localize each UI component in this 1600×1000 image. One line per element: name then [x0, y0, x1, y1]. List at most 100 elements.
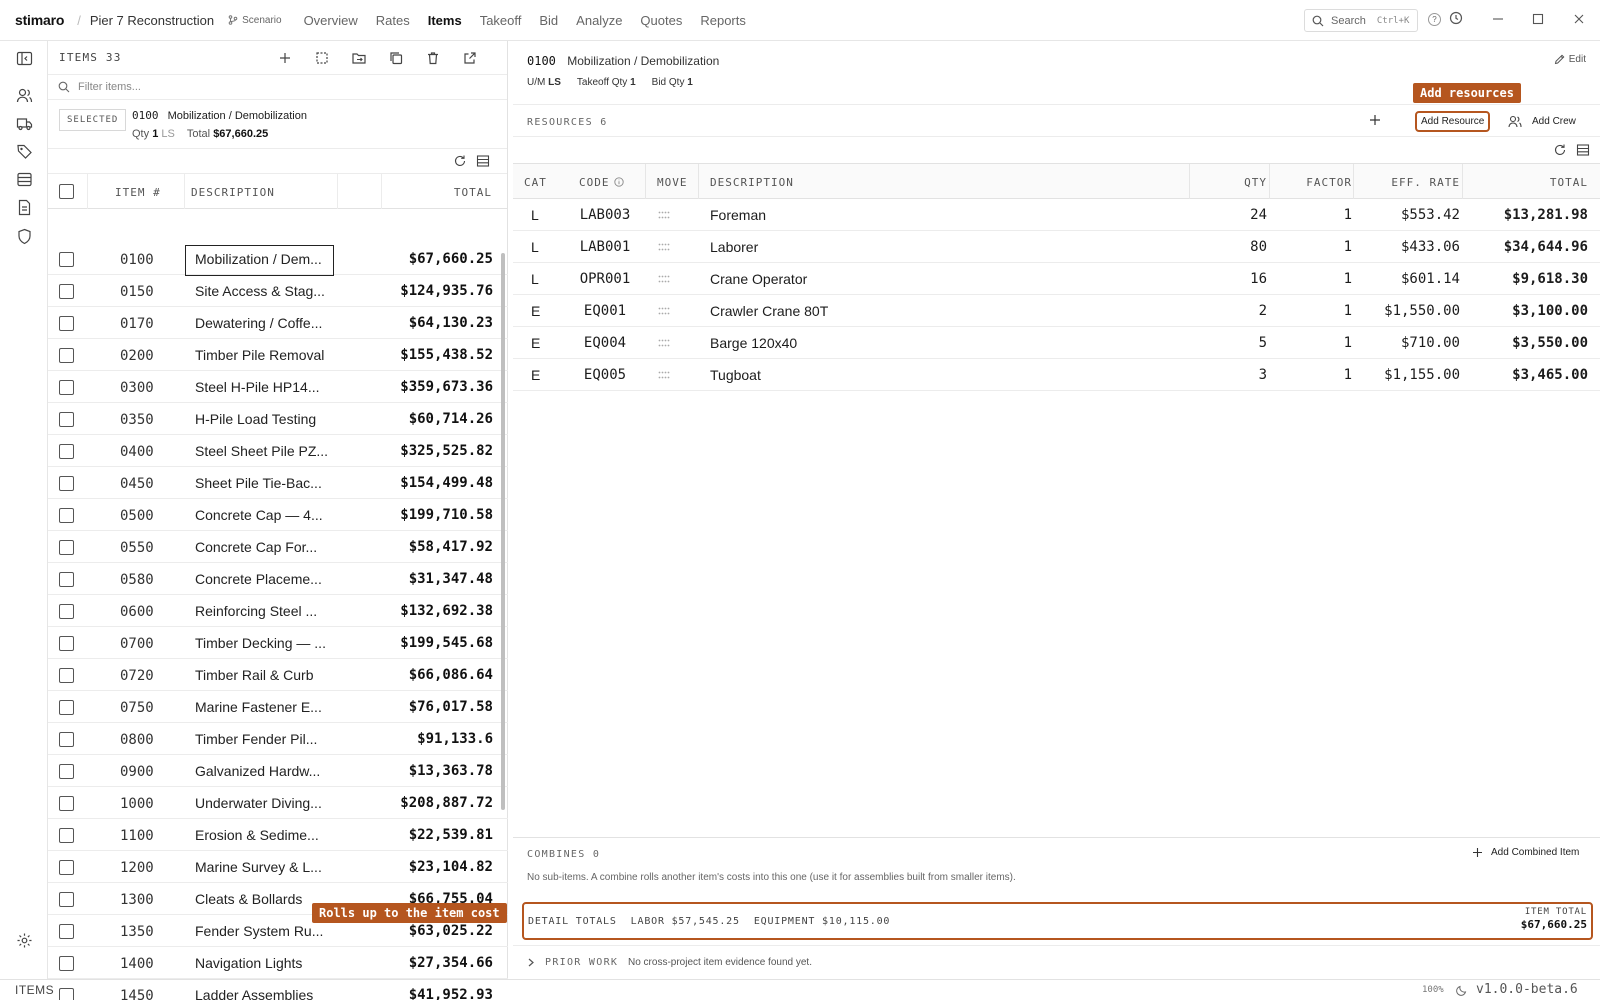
resource-row[interactable]: E EQ001 Crawler Crane 80T 2 1 $1,550.00 $3,100…	[513, 295, 1600, 327]
trash-icon[interactable]	[425, 50, 441, 66]
refresh-icon[interactable]	[453, 154, 467, 171]
resource-factor[interactable]: 1	[1344, 271, 1352, 287]
table-row[interactable]: 0150 Site Access & Stag... $124,935.76	[48, 275, 508, 307]
filter-items-input[interactable]: Filter items...	[48, 75, 507, 100]
table-row[interactable]: 0720 Timber Rail & Curb $66,086.64	[48, 659, 508, 691]
settings-gear-icon[interactable]	[16, 932, 33, 949]
item-description[interactable]: Concrete Cap — 4...	[195, 507, 333, 523]
col-item-number[interactable]: ITEM #	[115, 186, 161, 199]
table-row[interactable]: 0170 Dewatering / Coffe... $64,130.23	[48, 307, 508, 339]
external-link-icon[interactable]	[462, 50, 478, 66]
item-description[interactable]: Steel H-Pile HP14...	[195, 379, 333, 395]
row-checkbox[interactable]	[59, 316, 74, 331]
resource-description[interactable]: Crane Operator	[710, 271, 807, 287]
resource-row[interactable]: E EQ004 Barge 120x40 5 1 $710.00 $3,550.00	[513, 327, 1600, 359]
resource-factor[interactable]: 1	[1344, 207, 1352, 223]
add-item-icon[interactable]	[277, 50, 293, 66]
table-row[interactable]: 0580 Concrete Placeme... $31,347.48	[48, 563, 508, 595]
row-checkbox[interactable]	[59, 444, 74, 459]
columns-icon[interactable]	[1576, 143, 1590, 160]
item-description[interactable]: Site Access & Stag...	[195, 283, 333, 299]
drag-handle-icon[interactable]	[658, 211, 670, 219]
resource-factor[interactable]: 1	[1344, 303, 1352, 319]
item-description[interactable]: Galvanized Hardw...	[195, 763, 333, 779]
item-description[interactable]: Reinforcing Steel ...	[195, 603, 333, 619]
resource-qty[interactable]: 5	[1259, 335, 1267, 351]
document-icon[interactable]	[16, 199, 33, 216]
col-total[interactable]: TOTAL	[1550, 176, 1588, 189]
brand-logo[interactable]: stimaro	[15, 12, 64, 28]
col-description[interactable]: DESCRIPTION	[710, 176, 794, 189]
resource-description[interactable]: Tugboat	[710, 367, 761, 383]
info-icon[interactable]	[614, 177, 624, 190]
item-description[interactable]: Erosion & Sedime...	[195, 827, 333, 843]
theme-toggle-icon[interactable]	[1456, 984, 1468, 999]
resource-row[interactable]: L LAB003 Foreman 24 1 $553.42 $13,281.98	[513, 199, 1600, 231]
row-checkbox[interactable]	[59, 892, 74, 907]
col-move[interactable]: MOVE	[657, 176, 688, 189]
row-checkbox[interactable]	[59, 668, 74, 683]
item-description[interactable]: Concrete Cap For...	[195, 539, 333, 555]
col-description[interactable]: DESCRIPTION	[191, 186, 275, 199]
help-button[interactable]: ?	[1428, 13, 1441, 26]
nav-takeoff[interactable]: Takeoff	[480, 13, 522, 28]
nav-quotes[interactable]: Quotes	[640, 13, 682, 28]
nav-items[interactable]: Items	[428, 13, 462, 28]
nav-analyze[interactable]: Analyze	[576, 13, 622, 28]
resource-factor[interactable]: 1	[1344, 367, 1352, 383]
users-icon[interactable]	[16, 87, 33, 104]
refresh-icon[interactable]	[1553, 143, 1567, 160]
table-row[interactable]: 0500 Concrete Cap — 4... $199,710.58	[48, 499, 508, 531]
project-name[interactable]: Pier 7 Reconstruction	[90, 13, 214, 28]
prior-work-section[interactable]: PRIOR WORK No cross-project item evidenc…	[513, 945, 1600, 979]
table-row[interactable]: 0100 Mobilization / Dem... $67,660.25	[48, 243, 508, 276]
close-icon[interactable]	[1572, 12, 1586, 29]
row-checkbox[interactable]	[59, 476, 74, 491]
drag-handle-icon[interactable]	[658, 275, 670, 283]
row-checkbox[interactable]	[59, 636, 74, 651]
truck-icon[interactable]	[16, 115, 33, 132]
row-checkbox[interactable]	[59, 604, 74, 619]
row-checkbox[interactable]	[59, 380, 74, 395]
item-description[interactable]: Sheet Pile Tie-Bac...	[195, 475, 333, 491]
resource-description[interactable]: Barge 120x40	[710, 335, 797, 351]
table-row[interactable]: 0200 Timber Pile Removal $155,438.52	[48, 339, 508, 371]
item-description[interactable]: Navigation Lights	[195, 955, 333, 971]
shield-icon[interactable]	[16, 228, 33, 245]
item-description[interactable]: Timber Rail & Curb	[195, 667, 333, 683]
resource-factor[interactable]: 1	[1344, 239, 1352, 255]
table-row[interactable]: 1200 Marine Survey & L... $23,104.82	[48, 851, 508, 883]
row-checkbox[interactable]	[59, 796, 74, 811]
nav-overview[interactable]: Overview	[304, 13, 358, 28]
table-row[interactable]: 0450 Sheet Pile Tie-Bac... $154,499.48	[48, 467, 508, 499]
drag-handle-icon[interactable]	[658, 243, 670, 251]
resource-qty[interactable]: 80	[1250, 239, 1267, 255]
resource-qty[interactable]: 24	[1250, 207, 1267, 223]
add-crew-button[interactable]: Add Crew	[1508, 115, 1576, 128]
history-icon[interactable]	[1449, 11, 1463, 28]
table-row[interactable]: 0400 Steel Sheet Pile PZ... $325,525.82	[48, 435, 508, 467]
table-row[interactable]: 1100 Erosion & Sedime... $22,539.81	[48, 819, 508, 851]
nav-bid[interactable]: Bid	[539, 13, 558, 28]
move-to-folder-icon[interactable]	[351, 50, 367, 66]
item-description[interactable]: H-Pile Load Testing	[195, 411, 333, 427]
row-checkbox[interactable]	[59, 860, 74, 875]
drag-handle-icon[interactable]	[658, 339, 670, 347]
sidebar-toggle-icon[interactable]	[16, 50, 33, 67]
database-icon[interactable]	[16, 171, 33, 188]
col-qty[interactable]: QTY	[1244, 176, 1267, 189]
resource-qty[interactable]: 16	[1250, 271, 1267, 287]
plus-icon[interactable]	[1369, 114, 1381, 126]
table-row[interactable]: 1000 Underwater Diving... $208,887.72	[48, 787, 508, 819]
nav-reports[interactable]: Reports	[700, 13, 746, 28]
resource-qty[interactable]: 3	[1259, 367, 1267, 383]
item-description[interactable]: Timber Pile Removal	[195, 347, 333, 363]
global-search[interactable]: Search Ctrl+K	[1304, 9, 1418, 32]
col-eff-rate[interactable]: EFF. RATE	[1391, 176, 1460, 189]
row-checkbox[interactable]	[59, 252, 74, 267]
item-description[interactable]: Timber Decking — ...	[195, 635, 333, 651]
table-row[interactable]: 0750 Marine Fastener E... $76,017.58	[48, 691, 508, 723]
item-description[interactable]: Marine Fastener E...	[195, 699, 333, 715]
table-row[interactable]: 1400 Navigation Lights $27,354.66	[48, 947, 508, 979]
table-row[interactable]: 0300 Steel H-Pile HP14... $359,673.36	[48, 371, 508, 403]
